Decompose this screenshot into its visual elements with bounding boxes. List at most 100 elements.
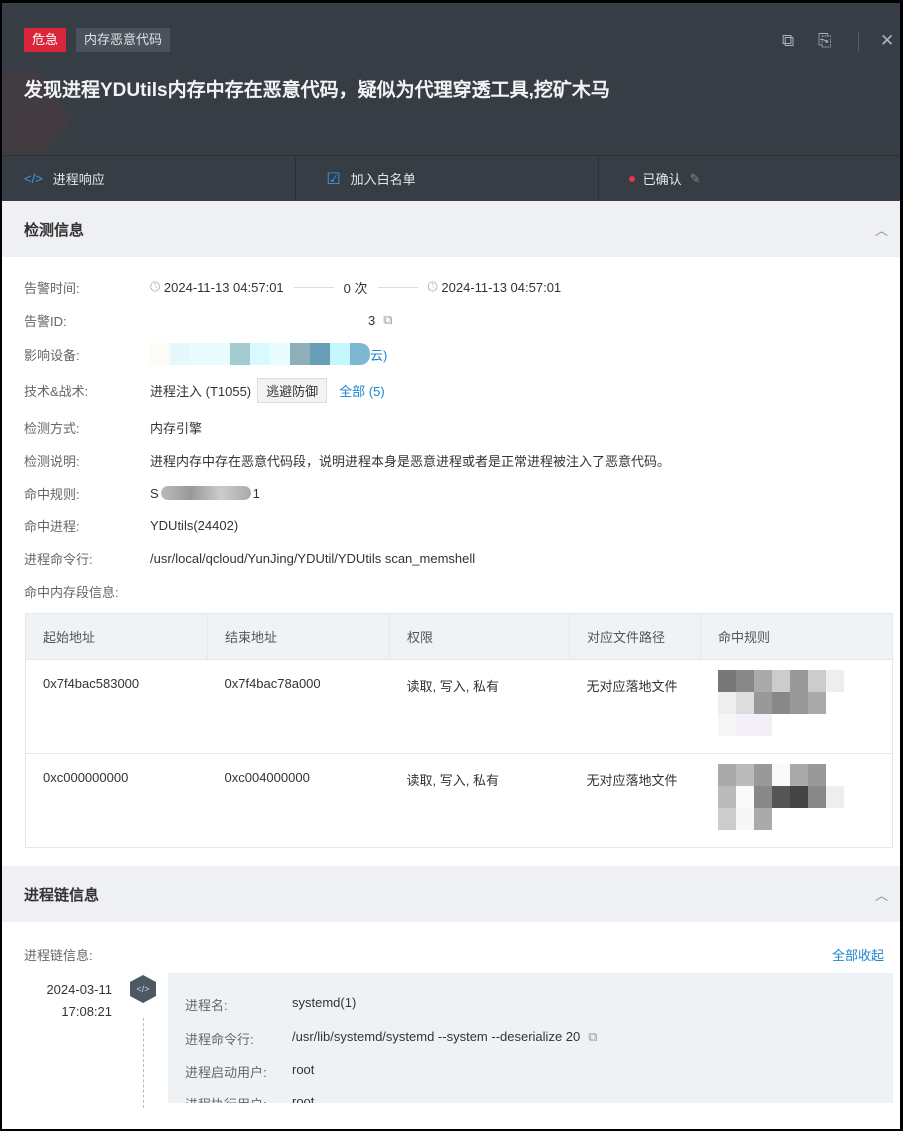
add-whitelist-button[interactable]: ☑ 加入白名单 xyxy=(296,156,599,201)
device-link[interactable]: 云) xyxy=(370,345,387,364)
all-tactics-link[interactable]: 全部 (5) xyxy=(339,381,385,400)
tactic-tag[interactable]: 逃避防御 xyxy=(257,377,328,403)
label: 命中进程: xyxy=(24,518,80,534)
method-row: 检测方式: 内存引擎 xyxy=(24,417,202,437)
first-time: 2024-11-13 04:57:01 xyxy=(163,279,284,295)
clock-icon: 🕓︎ xyxy=(150,279,164,294)
redacted-mosaic xyxy=(150,343,370,365)
status-dot xyxy=(628,175,635,182)
mem-label-row: 命中内存段信息: xyxy=(24,581,119,601)
time: 17:08:21 xyxy=(61,1004,112,1019)
label: 告警ID: xyxy=(24,313,67,329)
severity-badge: 危急 xyxy=(24,28,67,52)
alert-title: 发现进程YDUtils内存中存在恶意代码，疑似为代理穿透工具,挖矿木马 xyxy=(24,80,610,101)
label: 进程名: xyxy=(185,998,228,1013)
tactics-row: 技术&战术: 进程注入 (T1055) 逃避防御 全部 (5) xyxy=(24,377,385,403)
field-row: 进程名: systemd(1) xyxy=(185,995,356,1014)
value: root xyxy=(292,1062,315,1077)
section-chain-header[interactable]: 进程链信息 ︿ xyxy=(2,866,900,922)
table-row: 0xc000000000 0xc004000000 读取, 写入, 私有 无对应… xyxy=(25,753,893,848)
export-icon[interactable]: ⎘ xyxy=(818,31,832,51)
node-time: 2024-03-11 17:08:21 xyxy=(24,979,112,1023)
rule-row: 命中规则: S 1 xyxy=(24,483,260,503)
label: 技术&战术: xyxy=(24,383,89,399)
desc-row: 检测说明: 进程内存中存在恶意代码段，说明进程本身是恶意进程或者是正常进程被注入了… xyxy=(24,450,670,470)
cell: 无对应落地文件 xyxy=(569,753,701,848)
label: 进程命令行: xyxy=(185,1032,254,1047)
section-detect-header[interactable]: 检测信息 ︿ xyxy=(2,201,900,257)
device-row: 影响设备: 云) xyxy=(24,343,387,365)
cell: 0xc004000000 xyxy=(207,753,390,848)
label: 命中规则: xyxy=(24,486,80,502)
chain-label: 进程链信息: xyxy=(24,948,93,963)
process-node-icon[interactable]: </> xyxy=(130,975,156,1003)
col-header: 权限 xyxy=(389,613,570,660)
redacted-mosaic xyxy=(717,764,893,830)
value: YDUtils(24402) xyxy=(150,517,239,533)
process-card: 进程名: systemd(1) 进程命令行: /usr/lib/systemd/sy… xyxy=(168,973,893,1103)
section-title: 检测信息 xyxy=(24,221,85,239)
header: 危急 内存恶意代码 发现进程YDUtils内存中存在恶意代码，疑似为代理穿透工具… xyxy=(2,3,900,163)
cell-redacted xyxy=(700,753,893,848)
memory-segment-table: 起始地址 结束地址 权限 对应文件路径 命中规则 0x7f4bac583000 … xyxy=(25,613,893,848)
process-row: 命中进程: YDUtils(24402) xyxy=(24,515,238,535)
label: 进程命令行: xyxy=(24,551,93,567)
confirmed-status[interactable]: 已确认 ✎ xyxy=(599,156,900,201)
label: 进程响应 xyxy=(52,172,105,187)
close-icon[interactable]: ✕ xyxy=(880,31,894,51)
code-icon: </> xyxy=(24,171,43,186)
label: 告警时间: xyxy=(24,280,80,296)
last-time: 2024-11-13 04:57:01 xyxy=(441,279,562,295)
value: systemd(1) xyxy=(292,995,357,1010)
col-header: 命中规则 xyxy=(700,613,893,660)
cell: 读取, 写入, 私有 xyxy=(389,659,570,754)
copy-icon[interactable]: ⧉ xyxy=(383,312,392,328)
copy-icon[interactable]: ⧉ xyxy=(588,1029,597,1048)
table-row: 0x7f4bac583000 0x7f4bac78a000 读取, 写入, 私有… xyxy=(25,659,893,754)
clock-icon: 🕓︎ xyxy=(427,279,442,294)
divider xyxy=(858,31,859,51)
label: 命中内存段信息: xyxy=(24,584,119,600)
label: 影响设备: xyxy=(24,347,80,363)
cell-redacted xyxy=(700,659,893,754)
collapse-all-link[interactable]: 全部收起 xyxy=(832,945,884,964)
label: 加入白名单 xyxy=(350,172,416,187)
cell: 0xc000000000 xyxy=(25,753,208,848)
technique: 进程注入 (T1055) xyxy=(150,383,252,399)
label: 检测方式: xyxy=(24,420,80,436)
alarm-time-row: 告警时间: 🕓︎ 2024-11-13 04:57:01 0 次 🕓︎ 2024-11… xyxy=(24,277,561,297)
category-badge: 内存恶意代码 xyxy=(76,28,171,52)
col-header: 对应文件路径 xyxy=(569,613,701,660)
rule-tail: 1 xyxy=(252,485,260,501)
alert-detail-panel: 危急 内存恶意代码 发现进程YDUtils内存中存在恶意代码，疑似为代理穿透工具… xyxy=(2,3,900,1129)
cmdline-row: 进程命令行: /usr/local/qcloud/YunJing/YDUtil/Y… xyxy=(24,548,475,568)
action-bar: </> 进程响应 ☑ 加入白名单 已确认 ✎ xyxy=(2,155,900,201)
cell: 0x7f4bac78a000 xyxy=(207,659,390,754)
count: 0 次 xyxy=(343,280,368,296)
process-response-button[interactable]: </> 进程响应 xyxy=(2,156,297,201)
cell: 0x7f4bac583000 xyxy=(25,659,208,754)
cell: 无对应落地文件 xyxy=(569,659,701,754)
chevron-up-icon[interactable]: ︿ xyxy=(875,885,888,904)
value: root xyxy=(292,1094,315,1103)
value: 进程内存中存在恶意代码段，说明进程本身是恶意进程或者是正常进程被注入了恶意代码。 xyxy=(150,453,671,469)
label: 进程执行用户: xyxy=(185,1094,292,1103)
section-title: 进程链信息 xyxy=(24,886,100,904)
col-header: 起始地址 xyxy=(25,613,208,660)
label: 已确认 xyxy=(642,172,682,187)
whitelist-icon: ☑ xyxy=(326,170,341,188)
redacted-mosaic xyxy=(717,670,893,736)
label: 进程启动用户: xyxy=(185,1065,267,1080)
field-row: 进程执行用户:root xyxy=(185,1094,314,1103)
field-row: 进程命令行: /usr/lib/systemd/systemd --system … xyxy=(185,1029,598,1048)
value: /usr/lib/systemd/systemd --system --dese… xyxy=(292,1029,581,1044)
alarm-id-row: 告警ID: 3 ⧉ xyxy=(24,310,393,330)
copy-window-icon[interactable]: ⧉ xyxy=(782,31,794,51)
chevron-up-icon[interactable]: ︿ xyxy=(875,220,888,239)
date: 2024-03-11 xyxy=(46,982,112,997)
col-header: 结束地址 xyxy=(207,613,390,660)
value: 内存引擎 xyxy=(150,420,203,436)
label: 检测说明: xyxy=(24,453,80,469)
edit-icon[interactable]: ✎ xyxy=(690,171,701,187)
rule-head: S xyxy=(150,485,159,501)
